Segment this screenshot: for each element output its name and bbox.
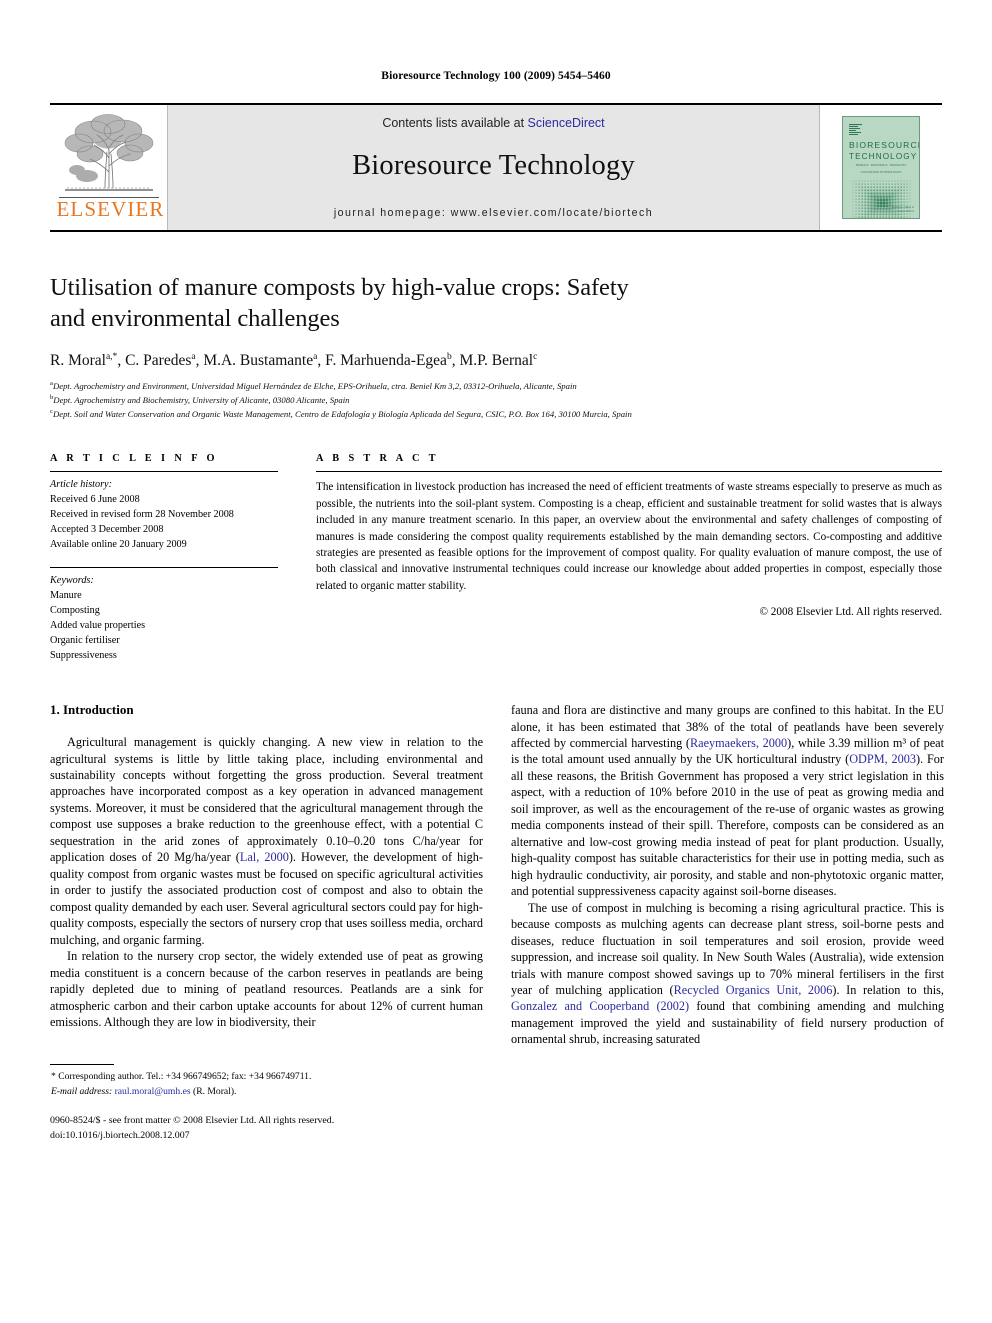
corresponding-author-note: * Corresponding author. Tel.: +34 966749…: [51, 1071, 312, 1083]
article-history-item: Available online 20 January 2009: [50, 539, 187, 551]
paper-title-line2: and environmental challenges: [50, 305, 340, 333]
body-paragraph: Agricultural management is quickly chang…: [50, 735, 483, 947]
author-name: F. Marhuenda-Egea: [325, 351, 447, 369]
cover-footer: Available online at ScienceDirect: [891, 205, 914, 214]
author-name: C. Paredes: [125, 351, 192, 369]
elsevier-wordmark: ELSEVIER: [56, 197, 165, 221]
footnote-rule: [50, 1064, 114, 1066]
section-heading-introduction: 1. Introduction: [50, 702, 134, 718]
article-history-items: Received 6 June 2008 Received in revised …: [50, 493, 278, 553]
affiliation-marker: a: [50, 379, 53, 387]
abstract-text: The intensification in livestock product…: [316, 481, 942, 592]
keyword-item: Added value properties: [50, 620, 146, 632]
author-affiliation-marker: a: [313, 351, 318, 362]
affiliation-item: aDept. Agrochemistry and Environment, Un…: [50, 379, 577, 391]
article-info-heading: A R T I C L E I N F O: [50, 453, 218, 465]
body-paragraph: fauna and flora are distinctive and many…: [511, 703, 945, 899]
keywords-block: Keywords: Manure Composting Added value pr…: [50, 574, 278, 664]
right-column-paragraphs: fauna and flora are distinctive and many…: [511, 702, 944, 1048]
article-info-column: A R T I C L E I N F O Article history: R…: [50, 453, 278, 664]
cover-subtitle-1: BIOMASS · BIOENERGY · BIOWASTES: [855, 163, 907, 168]
body-columns: 1. Introduction Agricultural management …: [50, 702, 944, 1143]
keyword-item: Organic fertiliser: [50, 635, 120, 647]
email-note: E-mail address: raul.moral@umh.es (R. Mo…: [50, 1085, 483, 1099]
doi-line[interactable]: doi:10.1016/j.biortech.2008.12.007: [50, 1129, 483, 1143]
journal-homepage-link[interactable]: journal homepage: www.elsevier.com/locat…: [334, 207, 653, 219]
abstract-heading: A B S T R A C T: [316, 453, 439, 465]
author-affiliation-marker: a,*: [105, 351, 118, 362]
abstract-copyright: © 2008 Elsevier Ltd. All rights reserved…: [759, 606, 943, 619]
email-label: E-mail address:: [51, 1085, 113, 1097]
running-head: Bioresource Technology 100 (2009) 5454–5…: [381, 70, 611, 82]
author-affiliation-marker: a: [191, 351, 196, 362]
citation-link[interactable]: Raeymaekers, 2000: [690, 736, 787, 750]
abstract-rule: [316, 471, 942, 473]
body-column-right: fauna and flora are distinctive and many…: [511, 702, 944, 1143]
keyword-item: Composting: [50, 605, 100, 617]
paper-page: Bioresource Technology 100 (2009) 5454–5…: [0, 0, 992, 1323]
keywords-label: Keywords:: [50, 575, 94, 587]
author-name: R. Moral: [50, 351, 106, 369]
article-history-block: Article history: Received 6 June 2008 Rec…: [50, 478, 278, 553]
body-column-left: 1. Introduction Agricultural management …: [50, 702, 483, 1143]
journal-cover-thumbnail[interactable]: BIORESOURCE TECHNOLOGY BIOMASS · BIOENER…: [842, 116, 920, 219]
info-abstract-block: A R T I C L E I N F O Article history: R…: [50, 453, 942, 664]
author-affiliation-marker: b: [446, 351, 452, 362]
paper-title-line1: Utilisation of manure composts by high-v…: [50, 274, 629, 301]
citation-link[interactable]: ODPM, 2003: [849, 752, 916, 766]
body-paragraph: The use of compost in mulching is becomi…: [511, 900, 944, 1047]
contents-available-line: Contents lists available at ScienceDirec…: [382, 116, 604, 130]
email-link[interactable]: raul.moral@umh.es: [115, 1086, 191, 1097]
cover-title-line2: TECHNOLOGY: [849, 151, 918, 161]
footnote-block: * Corresponding author. Tel.: +34 966749…: [50, 1064, 483, 1143]
cover-footer-line2: ScienceDirect: [897, 209, 914, 214]
cover-title-line1: BIORESOURCE: [849, 140, 920, 150]
affiliation-list: aDept. Agrochemistry and Environment, Un…: [50, 379, 942, 421]
citation-link[interactable]: Lal, 2000: [240, 850, 289, 864]
elsevier-tree-icon: [64, 114, 153, 191]
issn-block: 0960-8524/$ - see front matter © 2008 El…: [50, 1114, 483, 1143]
cover-elsevier-icon: [849, 124, 862, 135]
body-paragraph: In relation to the nursery crop sector, …: [50, 949, 483, 1029]
author-name: M.A. Bustamante: [203, 351, 314, 369]
abstract-column: A B S T R A C T The intensification in l…: [316, 453, 942, 664]
keyword-item: Suppressiveness: [50, 650, 117, 662]
keyword-items: Manure Composting Added value properties Or…: [50, 589, 278, 664]
author-list: R. Morala,*, C. Paredesa, M.A. Bustamant…: [50, 351, 538, 369]
author-name: M.P. Bernal: [459, 351, 534, 369]
article-history-item: Accepted 3 December 2008: [50, 524, 164, 536]
keywords-rule: [50, 567, 278, 569]
citation-link[interactable]: Recycled Organics Unit, 2006: [674, 983, 833, 997]
article-history-item: Received 6 June 2008: [50, 494, 140, 506]
affiliation-marker: c: [50, 408, 53, 416]
affiliation-marker: b: [50, 393, 54, 401]
article-history-label: Article history:: [50, 479, 112, 491]
citation-link[interactable]: Gonzalez and Cooperband (2002): [511, 999, 689, 1013]
contents-prefix-label: Contents lists available at: [382, 116, 528, 130]
journal-masthead: ELSEVIER Contents lists available at Sci…: [50, 103, 942, 232]
cover-subtitle-2: CONVERSION TECHNOLOGIES: [860, 169, 902, 174]
email-owner: (R. Moral).: [193, 1085, 237, 1097]
journal-cover-cell: BIORESOURCE TECHNOLOGY BIOMASS · BIOENER…: [820, 105, 942, 230]
keyword-item: Manure: [50, 590, 82, 602]
elsevier-logo-cell: ELSEVIER: [50, 105, 168, 230]
article-info-rule: [50, 471, 278, 473]
masthead-banner: Contents lists available at ScienceDirec…: [168, 105, 820, 230]
journal-title: Bioresource Technology: [352, 150, 635, 181]
affiliation-item: bDept. Agrochemistry and Biochemistry, U…: [50, 393, 350, 405]
left-column-paragraphs: Agricultural management is quickly chang…: [50, 734, 483, 1030]
article-history-item: Received in revised form 28 November 200…: [50, 509, 234, 521]
issn-line: 0960-8524/$ - see front matter © 2008 El…: [50, 1115, 335, 1127]
paper-title: Utilisation of manure composts by high-v…: [50, 272, 942, 335]
affiliation-item: cDept. Soil and Water Conservation and O…: [50, 408, 632, 419]
author-affiliation-marker: c: [533, 351, 538, 362]
elsevier-logo: ELSEVIER: [56, 110, 165, 221]
sciencedirect-link[interactable]: ScienceDirect: [528, 116, 605, 130]
